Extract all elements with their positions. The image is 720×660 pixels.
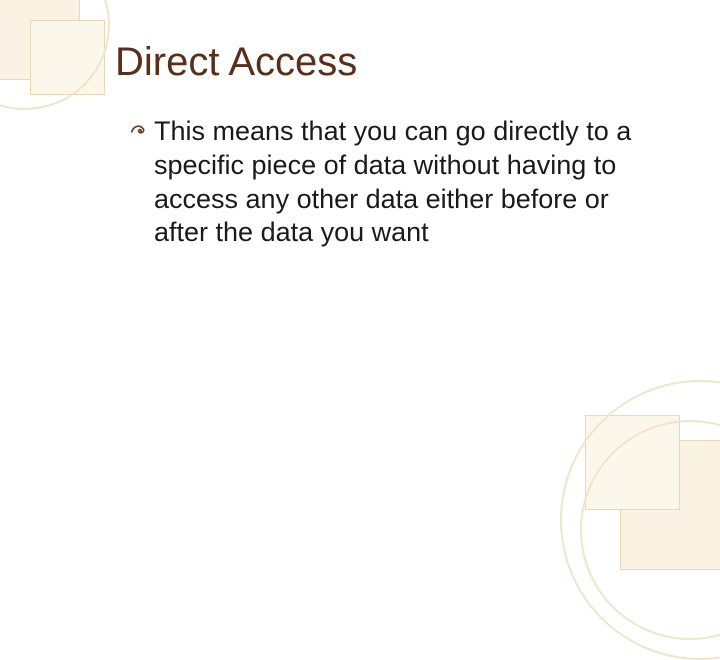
bullet-text: This means that you can go directly to a…: [154, 115, 660, 250]
slide-content: Direct Access This means that you can go…: [0, 0, 720, 290]
slide-title: Direct Access: [115, 40, 660, 85]
bullet-flourish-icon: [128, 117, 150, 148]
bullet-item: This means that you can go directly to a…: [128, 115, 660, 250]
